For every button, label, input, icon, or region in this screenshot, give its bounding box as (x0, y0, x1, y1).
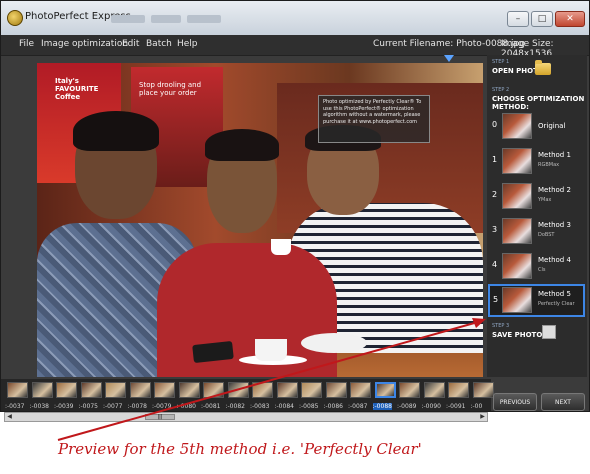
arrow-head (472, 318, 486, 328)
annotation-caption: Preview for the 5th method i.e. 'Perfect… (58, 440, 422, 458)
annotation-arrow (57, 318, 486, 441)
arrow-line (57, 321, 479, 441)
